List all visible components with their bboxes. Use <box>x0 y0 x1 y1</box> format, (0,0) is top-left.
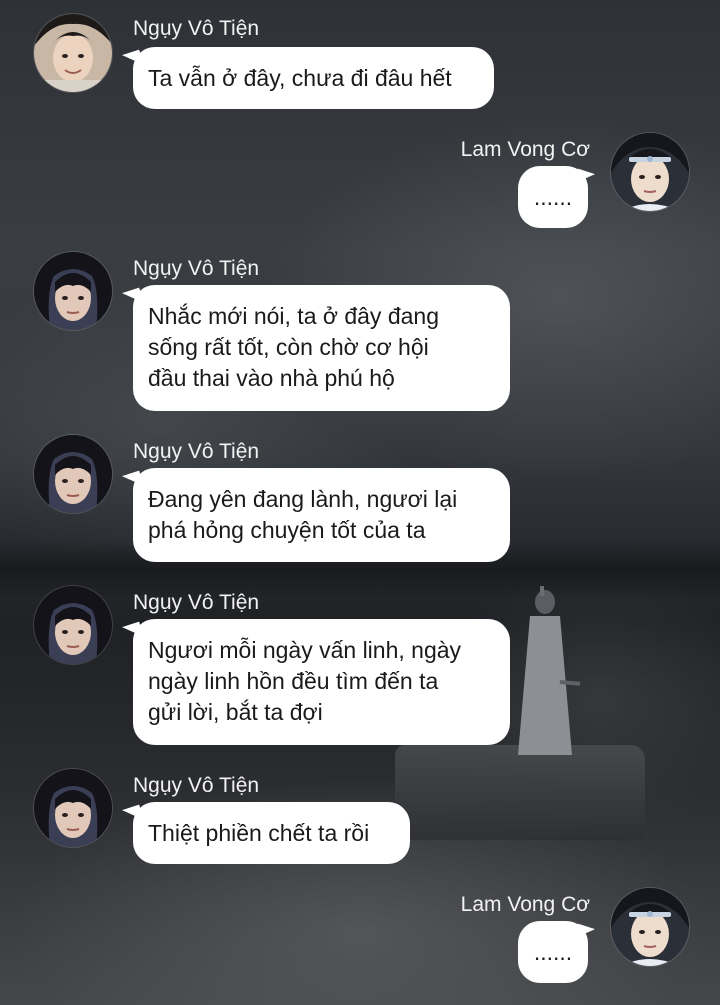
message-bubble[interactable]: Đang yên đang lành, ngươi lại phá hỏng c… <box>133 468 510 562</box>
message-text: Đang yên đang lành, ngươi lại <box>148 486 458 512</box>
message-bubble[interactable]: ...... <box>518 921 588 983</box>
message-text: gửi lời, bắt ta đợi <box>148 699 323 725</box>
message-text: Ngươi mỗi ngày vấn linh, ngày <box>148 637 462 663</box>
sender-name: Ngụy Vô Tiện <box>133 591 260 614</box>
sender-name: Ngụy Vô Tiện <box>133 257 260 280</box>
message-text: ngày linh hồn đều tìm đến ta <box>148 668 439 694</box>
message-text: Nhắc mới nói, ta ở đây đang <box>148 303 439 329</box>
wei-wuxian-avatar[interactable] <box>33 13 113 93</box>
lan-wangji-avatar[interactable] <box>610 887 690 967</box>
message-text: Thiệt phiền chết ta rồi <box>148 820 370 846</box>
message-bubble[interactable]: Thiệt phiền chết ta rồi <box>133 802 410 864</box>
message-bubble[interactable]: Ta vẫn ở đây, chưa đi đâu hết <box>133 47 494 109</box>
wei-wuxian-avatar[interactable] <box>33 585 113 665</box>
lan-wangji-avatar[interactable] <box>610 132 690 212</box>
message-text: ...... <box>533 939 573 965</box>
sender-name: Ngụy Vô Tiện <box>133 17 260 40</box>
sender-name: Lam Vong Cơ <box>460 138 590 161</box>
wei-wuxian-avatar[interactable] <box>33 768 113 848</box>
message-text: Ta vẫn ở đây, chưa đi đâu hết <box>148 65 452 91</box>
sender-name: Lam Vong Cơ <box>460 893 590 916</box>
message-text: ...... <box>533 184 573 210</box>
wei-wuxian-avatar[interactable] <box>33 434 113 514</box>
sender-name: Ngụy Vô Tiện <box>133 440 260 463</box>
sender-name: Ngụy Vô Tiện <box>133 774 260 797</box>
message-bubble[interactable]: Ngươi mỗi ngày vấn linh, ngày ngày linh … <box>133 619 510 745</box>
message-text: đầu thai vào nhà phú hộ <box>148 365 395 391</box>
message-bubble[interactable]: ...... <box>518 166 588 228</box>
wei-wuxian-avatar[interactable] <box>33 251 113 331</box>
message-bubble[interactable]: Nhắc mới nói, ta ở đây đang sống rất tốt… <box>133 285 510 411</box>
message-text: phá hỏng chuyện tốt của ta <box>148 517 426 543</box>
background-figure <box>518 586 580 755</box>
message-text: sống rất tốt, còn chờ cơ hội <box>148 334 429 360</box>
